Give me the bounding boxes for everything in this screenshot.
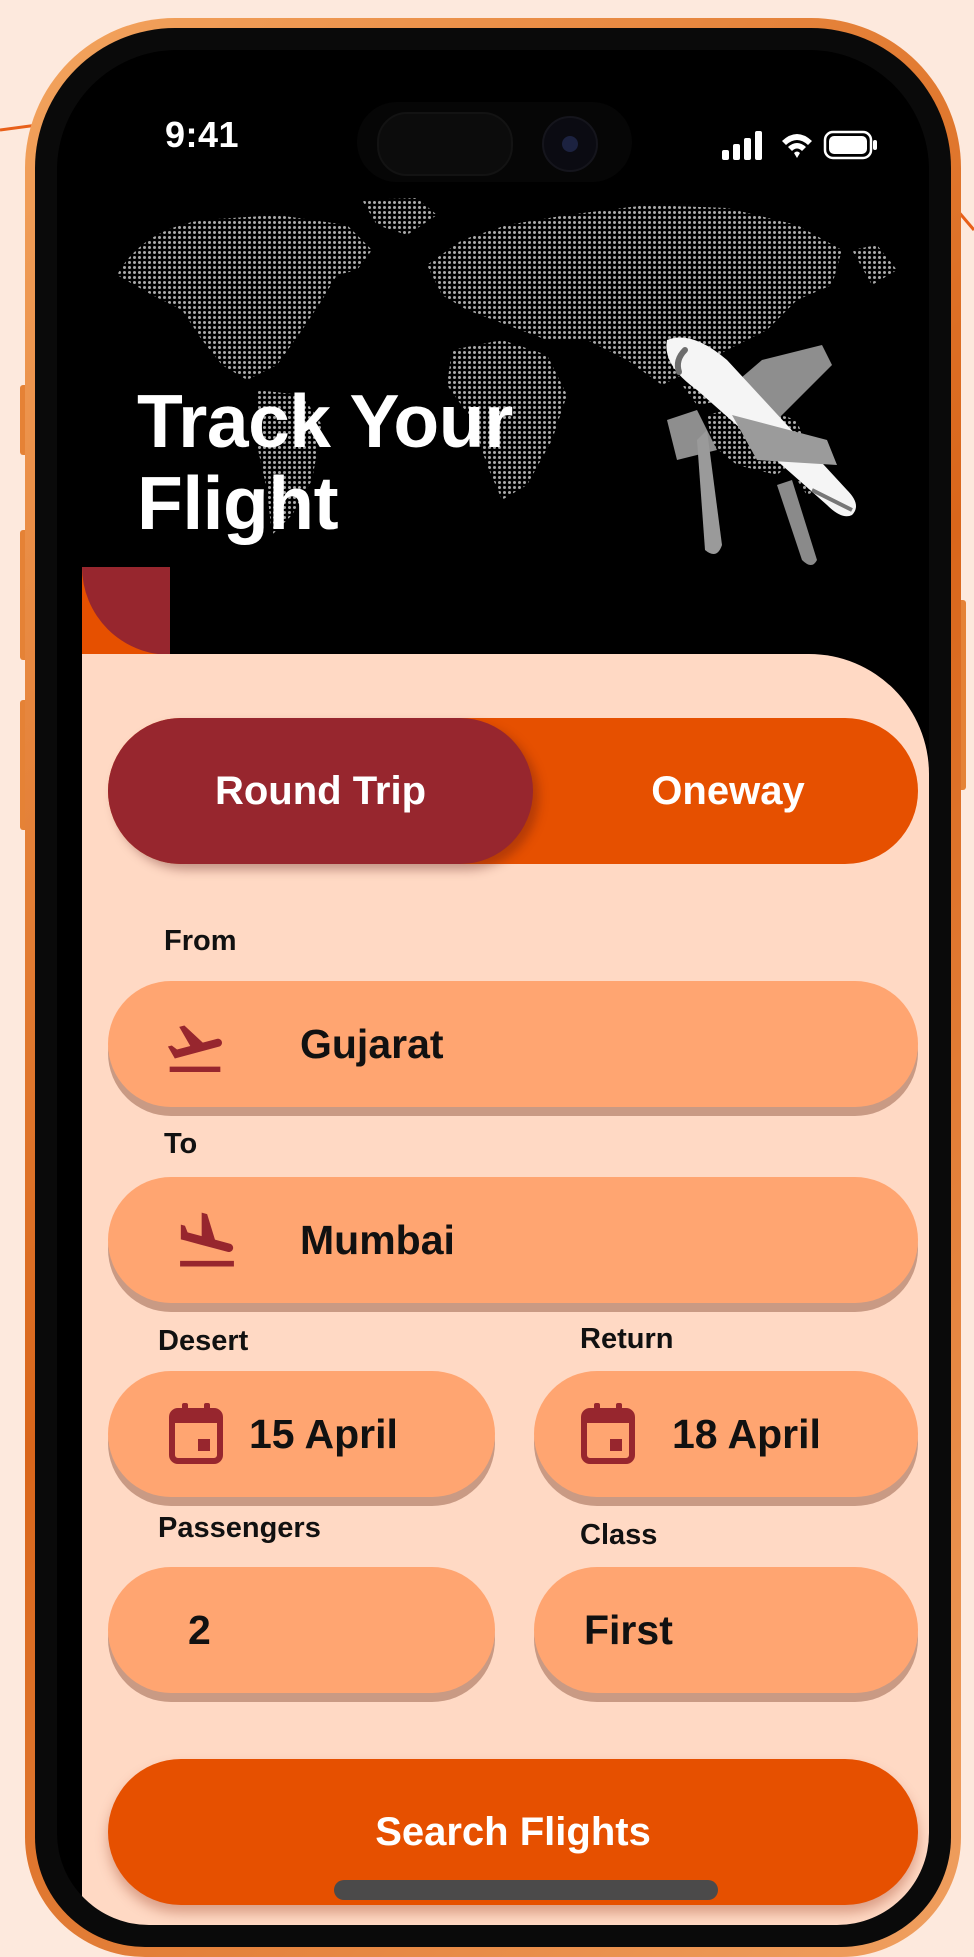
- oneway-option[interactable]: Oneway: [538, 718, 918, 864]
- depart-date-field[interactable]: 15 April: [108, 1371, 495, 1497]
- status-time: 9:41: [165, 114, 240, 155]
- to-field[interactable]: Mumbai: [108, 1177, 918, 1303]
- accent-corner-shape: [82, 567, 170, 655]
- class-value: First: [584, 1606, 673, 1653]
- booking-form-panel: Round Trip Oneway From Gujarat To Mumbai…: [82, 654, 929, 1925]
- calendar-icon: [169, 1403, 223, 1464]
- from-label: From: [164, 925, 237, 957]
- from-value: Gujarat: [300, 1020, 444, 1067]
- wifi-icon: [782, 134, 812, 158]
- depart-label: Desert: [158, 1325, 249, 1357]
- airplane-takeoff-icon: [167, 1025, 222, 1072]
- face-id-sensor: [377, 112, 513, 176]
- passengers-value: 2: [188, 1606, 211, 1653]
- from-field[interactable]: Gujarat: [108, 981, 918, 1107]
- to-value: Mumbai: [300, 1216, 455, 1263]
- phone-frame: 9:41 Track Your Flight Round Trip Oneway…: [25, 18, 961, 1957]
- passengers-label: Passengers: [158, 1512, 321, 1544]
- hero-title: Track Your Flight: [137, 379, 513, 545]
- cellular-signal-icon: [722, 131, 762, 160]
- class-field[interactable]: First: [534, 1567, 918, 1693]
- page: 9:41 Track Your Flight Round Trip Oneway…: [0, 0, 974, 1957]
- class-label: Class: [580, 1519, 658, 1551]
- status-icons: [722, 130, 877, 160]
- home-indicator[interactable]: [334, 1880, 718, 1900]
- trip-type-toggle: Round Trip Oneway: [108, 718, 918, 864]
- airplane-landing-icon: [180, 1212, 234, 1267]
- to-label: To: [164, 1128, 198, 1160]
- screen: 9:41 Track Your Flight Round Trip Oneway…: [57, 50, 929, 1925]
- passengers-field[interactable]: 2: [108, 1567, 495, 1693]
- dynamic-island: [357, 102, 632, 182]
- return-date-value: 18 April: [672, 1410, 821, 1457]
- front-camera: [542, 116, 598, 172]
- airplane-illustration: [666, 337, 856, 565]
- calendar-icon: [581, 1403, 635, 1464]
- depart-date-value: 15 April: [249, 1410, 398, 1457]
- round-trip-option[interactable]: Round Trip: [108, 718, 533, 864]
- phone-bezel: 9:41 Track Your Flight Round Trip Oneway…: [35, 28, 951, 1947]
- battery-icon: [823, 130, 877, 160]
- return-label: Return: [580, 1323, 674, 1355]
- return-date-field[interactable]: 18 April: [534, 1371, 918, 1497]
